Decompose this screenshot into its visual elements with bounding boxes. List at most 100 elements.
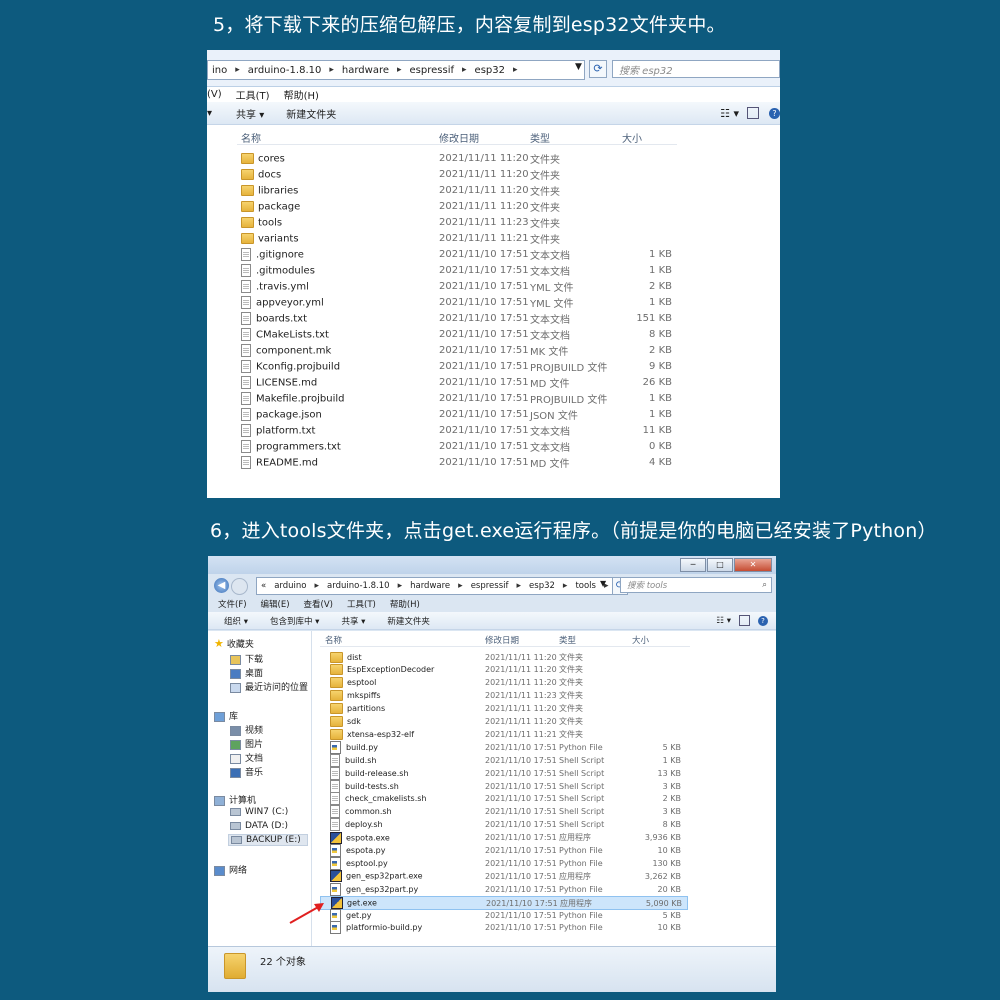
nav-item-downloads[interactable]: 下载 — [230, 652, 263, 665]
file-icon — [241, 440, 251, 453]
nav-item-libraries[interactable]: 库 — [214, 709, 238, 722]
breadcrumb[interactable]: « arduino ▸ arduino-1.8.10 ▸ hardware ▸ esp… — [256, 577, 614, 595]
menu-view[interactable]: 查看(V) — [304, 598, 333, 610]
refresh-icon[interactable]: ⟳ — [589, 60, 607, 78]
file-row[interactable]: package 2021/11/11 11:20 文件夹 — [237, 199, 677, 214]
file-list-pane: 名称 修改日期 类型 大小 dist 2021/11/11 11:20 文件夹 Esp… — [289, 631, 776, 947]
file-row[interactable]: programmers.txt 2021/11/10 17:51 文本文档 0 KB — [237, 439, 677, 454]
file-name: README.md — [256, 457, 319, 469]
file-row[interactable]: CMakeLists.txt 2021/11/10 17:51 文本文档 8 KB — [237, 327, 677, 342]
breadcrumb-item[interactable]: tools — [575, 581, 596, 591]
breadcrumb-item[interactable]: ino — [212, 65, 227, 76]
share-button[interactable]: 共享 ▾ — [236, 106, 264, 121]
file-row[interactable]: boards.txt 2021/11/10 17:51 文本文档 151 KB — [237, 311, 677, 326]
nav-item-documents[interactable]: 文档 — [230, 751, 263, 764]
file-type: PROJBUILD 文件 — [530, 395, 608, 406]
breadcrumb-item[interactable]: hardware — [410, 581, 450, 591]
menu-edit[interactable]: 编辑(E) — [261, 598, 290, 610]
organize-button[interactable]: 组织 ▾ — [224, 615, 248, 627]
nav-item-drive-c[interactable]: WIN7 (C:) — [230, 807, 288, 817]
breadcrumb-item[interactable]: espressif — [471, 581, 509, 591]
column-header-name[interactable]: 名称 — [241, 130, 261, 145]
file-name: programmers.txt — [256, 441, 341, 453]
nav-item-desktop[interactable]: 桌面 — [230, 666, 263, 679]
file-row[interactable]: cores 2021/11/11 11:20 文件夹 — [237, 151, 677, 166]
view-options-icon[interactable]: ☷ ▾ — [716, 616, 731, 626]
chevron-down-icon[interactable]: ▼ — [600, 579, 606, 588]
file-row[interactable]: LICENSE.md 2021/11/10 17:51 MD 文件 26 KB — [237, 375, 677, 390]
file-row[interactable]: Kconfig.projbuild 2021/11/10 17:51 PROJBUI… — [237, 359, 677, 374]
back-icon[interactable]: ◀ — [214, 578, 229, 593]
file-row[interactable]: tools 2021/11/11 11:23 文件夹 — [237, 215, 677, 230]
chevron-down-icon[interactable]: ▼ — [575, 62, 582, 72]
include-in-library-button[interactable]: 包含到库中 ▾ — [270, 615, 319, 627]
file-row[interactable]: README.md 2021/11/10 17:51 MD 文件 4 KB — [237, 455, 677, 470]
file-row[interactable]: .gitmodules 2021/11/10 17:51 文本文档 1 KB — [237, 263, 677, 278]
menu-help[interactable]: 帮助(H) — [284, 87, 319, 102]
breadcrumb-item[interactable]: arduino-1.8.10 — [327, 581, 390, 591]
folder-icon — [241, 184, 254, 196]
breadcrumb-item[interactable]: « — [261, 581, 266, 591]
help-icon[interactable]: ? — [758, 615, 768, 626]
breadcrumb-item[interactable]: hardware — [342, 65, 389, 76]
column-header-size[interactable]: 大小 — [622, 130, 642, 145]
document-icon — [230, 753, 241, 764]
menu-file[interactable]: 文件(F) — [218, 598, 247, 610]
breadcrumb[interactable]: ino ▸ arduino-1.8.10 ▸ hardware ▸ espressif… — [207, 60, 585, 80]
file-row[interactable]: platform.txt 2021/11/10 17:51 文本文档 11 KB — [237, 423, 677, 438]
breadcrumb-item[interactable]: esp32 — [529, 581, 555, 591]
chevron-down-icon[interactable]: ▾ — [207, 108, 212, 119]
file-size: 0 KB — [649, 441, 672, 452]
new-folder-button[interactable]: 新建文件夹 — [387, 615, 430, 627]
file-type: 文件夹 — [530, 155, 560, 166]
nav-item-favorites[interactable]: ★ 收藏夹 — [214, 637, 254, 650]
file-row[interactable]: appveyor.yml 2021/11/10 17:51 YML 文件 1 KB — [237, 295, 677, 310]
menu-tools[interactable]: 工具(T) — [236, 87, 270, 102]
file-type: 文本文档 — [530, 315, 570, 326]
column-header-type[interactable]: 类型 — [530, 130, 550, 145]
column-header-date[interactable]: 修改日期 — [439, 130, 479, 145]
maximize-icon[interactable]: □ — [707, 558, 733, 572]
file-icon — [241, 456, 251, 469]
nav-item-videos[interactable]: 视频 — [230, 723, 263, 736]
nav-item-music[interactable]: 音乐 — [230, 765, 263, 778]
preview-pane-icon[interactable] — [739, 615, 750, 626]
file-row[interactable]: Makefile.projbuild 2021/11/10 17:51 PROJBU… — [237, 391, 677, 406]
nav-item-computer[interactable]: 计算机 — [214, 793, 256, 806]
close-icon[interactable]: ✕ — [734, 558, 772, 572]
minimize-icon[interactable]: ─ — [680, 558, 706, 572]
file-row[interactable]: libraries 2021/11/11 11:20 文件夹 — [237, 183, 677, 198]
nav-item-pictures[interactable]: 图片 — [230, 737, 263, 750]
help-icon[interactable]: ? — [769, 107, 780, 119]
menu-help[interactable]: 帮助(H) — [390, 598, 420, 610]
item-count: 22 个对象 — [260, 957, 306, 968]
file-name: .gitignore — [256, 249, 304, 261]
view-options-icon[interactable]: ☷ ▾ — [720, 107, 739, 120]
menu-tools[interactable]: 工具(T) — [347, 598, 376, 610]
search-input[interactable]: 搜索 tools ⌕ — [620, 577, 772, 593]
file-row[interactable]: component.mk 2021/11/10 17:51 MK 文件 2 KB — [237, 343, 677, 358]
breadcrumb-separator-icon: ▸ — [512, 65, 518, 75]
breadcrumb-item[interactable]: arduino — [274, 581, 306, 591]
share-button[interactable]: 共享 ▾ — [341, 615, 365, 627]
nav-item-drive-d[interactable]: DATA (D:) — [230, 821, 288, 831]
file-type: 文本文档 — [530, 251, 570, 262]
drive-icon — [231, 835, 242, 844]
file-row[interactable]: docs 2021/11/11 11:20 文件夹 — [237, 167, 677, 182]
breadcrumb-item[interactable]: espressif — [410, 65, 454, 76]
forward-icon[interactable] — [231, 578, 248, 595]
search-input[interactable]: 搜索 esp32 — [612, 60, 780, 78]
menu-view[interactable]: (V) — [207, 89, 222, 100]
file-row[interactable]: .gitignore 2021/11/10 17:51 文本文档 1 KB — [237, 247, 677, 262]
new-folder-button[interactable]: 新建文件夹 — [286, 106, 336, 121]
nav-item-network[interactable]: 网络 — [214, 863, 247, 876]
breadcrumb-item[interactable]: esp32 — [475, 65, 505, 76]
file-row[interactable]: .travis.yml 2021/11/10 17:51 YML 文件 2 KB — [237, 279, 677, 294]
file-type: 文件夹 — [530, 187, 560, 198]
nav-item-drive-e[interactable]: BACKUP (E:) — [228, 834, 308, 846]
file-row[interactable]: package.json 2021/11/10 17:51 JSON 文件 1 KB — [237, 407, 677, 422]
preview-pane-icon[interactable] — [747, 107, 759, 119]
file-row[interactable]: variants 2021/11/11 11:21 文件夹 — [237, 231, 677, 246]
nav-item-recent[interactable]: 最近访问的位置 — [230, 680, 308, 693]
breadcrumb-item[interactable]: arduino-1.8.10 — [248, 65, 322, 76]
